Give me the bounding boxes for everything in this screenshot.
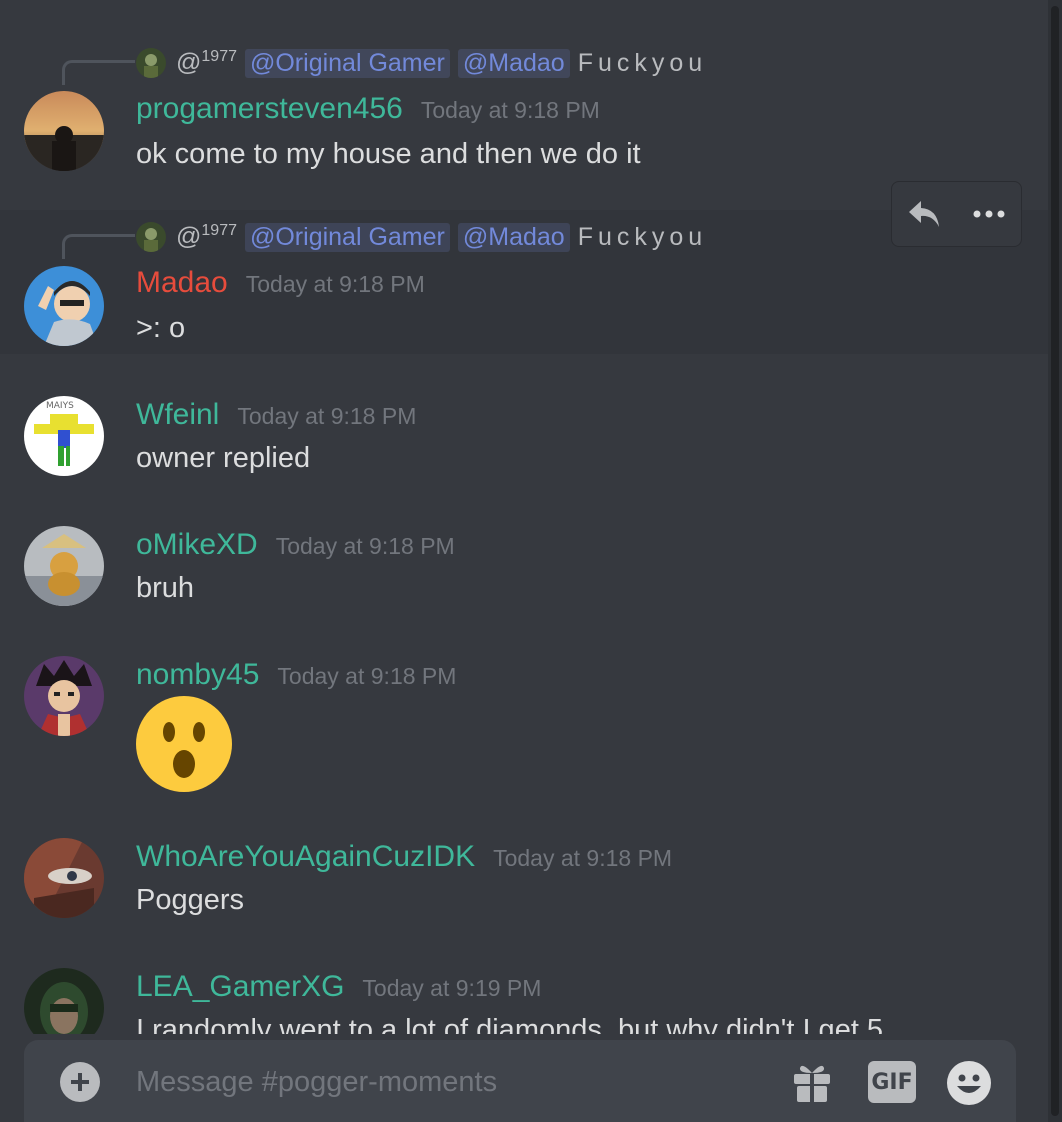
reply-preview[interactable]: @1977 @Original Gamer @Madao Fuckyou	[136, 219, 707, 255]
message-header: LEA_GamerXG Today at 9:19 PM	[136, 970, 541, 1004]
avatar[interactable]: MAIYS	[24, 396, 104, 476]
reply-text: Fuckyou	[577, 48, 708, 77]
username[interactable]: Madao	[136, 266, 228, 300]
gift-icon[interactable]	[790, 1060, 834, 1104]
message-1[interactable]: @1977 @Original Gamer @Madao Fuckyou pro…	[0, 30, 1048, 210]
message-3[interactable]: MAIYS Wfeinl Today at 9:18 PM owner repl…	[0, 380, 1048, 490]
message-text: I randomly went to a lot of diamonds, bu…	[136, 1014, 884, 1034]
message-input[interactable]: Message #pogger-moments	[136, 1066, 497, 1099]
mention-original-gamer[interactable]: @Original Gamer	[244, 48, 450, 78]
message-header: nomby45 Today at 9:18 PM	[136, 658, 456, 692]
message-4[interactable]: oMikeXD Today at 9:18 PM bruh	[0, 510, 1048, 620]
username[interactable]: oMikeXD	[136, 528, 258, 562]
more-button[interactable]	[962, 187, 1016, 241]
more-dots-icon	[973, 210, 1005, 218]
reply-text: Fuckyou	[577, 222, 708, 251]
plus-icon	[71, 1073, 89, 1091]
message-text: >: o	[136, 312, 186, 344]
mention-original-gamer[interactable]: @Original Gamer	[244, 222, 450, 252]
mention-madao[interactable]: @Madao	[457, 48, 570, 78]
reply-handle[interactable]: @1977	[176, 48, 237, 77]
upload-button[interactable]	[60, 1062, 100, 1102]
avatar[interactable]	[24, 968, 104, 1034]
scrollbar-thumb[interactable]	[1051, 6, 1059, 1116]
reply-button[interactable]	[897, 187, 951, 241]
timestamp: Today at 9:18 PM	[275, 533, 455, 559]
open-mouth-emoji[interactable]	[136, 696, 232, 792]
timestamp: Today at 9:18 PM	[277, 663, 457, 689]
username[interactable]: progamersteven456	[136, 92, 403, 126]
username[interactable]: Wfeinl	[136, 398, 219, 432]
timestamp: Today at 9:18 PM	[245, 271, 425, 297]
message-text: owner replied	[136, 442, 311, 474]
emoji-smile-icon[interactable]	[946, 1060, 992, 1106]
message-header: progamersteven456 Today at 9:18 PM	[136, 92, 600, 126]
reply-arrow-icon	[909, 201, 940, 227]
message-header: Madao Today at 9:18 PM	[136, 266, 425, 300]
timestamp: Today at 9:18 PM	[493, 845, 673, 871]
gif-button[interactable]: GIF	[868, 1061, 916, 1103]
message-text: ok come to my house and then we do it	[136, 138, 641, 170]
username[interactable]: LEA_GamerXG	[136, 970, 344, 1004]
mention-madao[interactable]: @Madao	[457, 222, 570, 252]
message-header: WhoAreYouAgainCuzIDK Today at 9:18 PM	[136, 840, 672, 874]
message-actions	[891, 181, 1022, 247]
message-6[interactable]: WhoAreYouAgainCuzIDK Today at 9:18 PM Po…	[0, 822, 1048, 932]
reply-preview[interactable]: @1977 @Original Gamer @Madao Fuckyou	[136, 45, 707, 81]
avatar[interactable]	[24, 656, 104, 736]
message-7[interactable]: LEA_GamerXG Today at 9:19 PM I randomly …	[0, 952, 1048, 1034]
message-composer: Message #pogger-moments GIF	[24, 1040, 1016, 1122]
message-header: Wfeinl Today at 9:18 PM	[136, 398, 416, 432]
timestamp: Today at 9:18 PM	[237, 403, 417, 429]
reply-connector	[62, 60, 135, 85]
username[interactable]: nomby45	[136, 658, 259, 692]
avatar[interactable]	[24, 526, 104, 606]
timestamp: Today at 9:18 PM	[420, 97, 600, 123]
reply-connector	[62, 234, 135, 259]
scrollbar[interactable]	[1048, 0, 1062, 1122]
message-text: Poggers	[136, 884, 245, 916]
avatar[interactable]	[24, 838, 104, 918]
message-header: oMikeXD Today at 9:18 PM	[136, 528, 455, 562]
reply-handle[interactable]: @1977	[176, 222, 237, 251]
reply-avatar-icon	[136, 48, 166, 78]
reply-avatar-icon	[136, 222, 166, 252]
message-text: bruh	[136, 572, 195, 604]
username[interactable]: WhoAreYouAgainCuzIDK	[136, 840, 475, 874]
avatar[interactable]	[24, 266, 104, 346]
timestamp: Today at 9:19 PM	[362, 975, 542, 1001]
svg-text:MAIYS: MAIYS	[46, 401, 74, 411]
avatar[interactable]	[24, 91, 104, 171]
